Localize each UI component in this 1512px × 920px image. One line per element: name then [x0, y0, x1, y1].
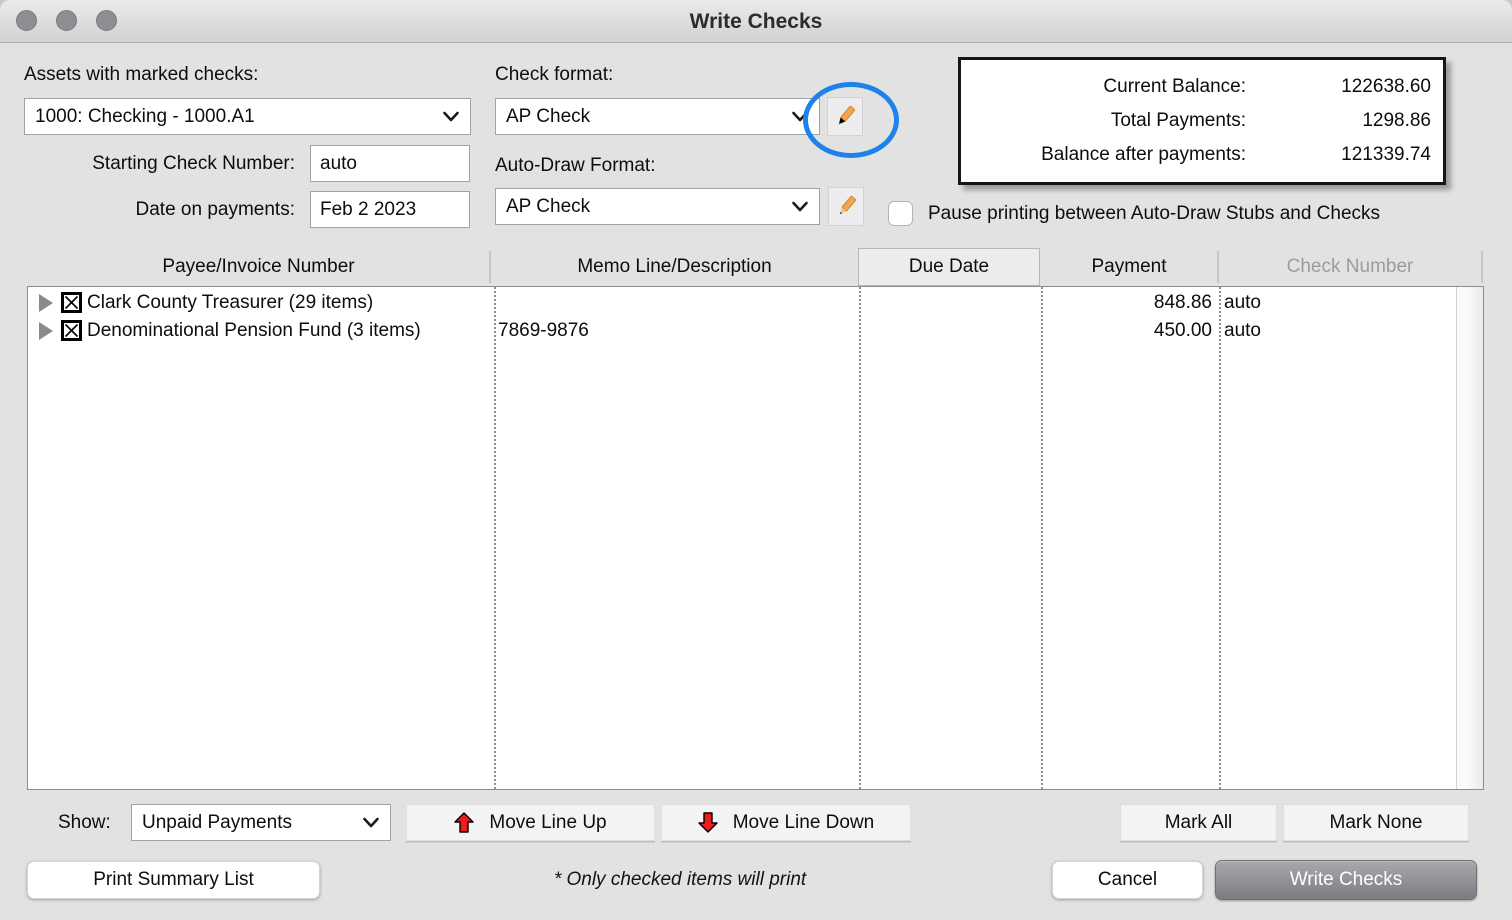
write-checks-label: Write Checks [1290, 869, 1403, 891]
disclosure-triangle-icon[interactable] [39, 322, 53, 340]
column-divider [494, 287, 496, 789]
vertical-scrollbar[interactable] [1456, 287, 1483, 789]
check-format-label: Check format: [495, 64, 613, 86]
mark-all-button[interactable]: Mark All [1120, 804, 1277, 841]
chevron-down-icon [791, 111, 809, 123]
table-row[interactable]: Clark County Treasurer (29 items) 848.86… [28, 289, 1457, 317]
current-balance-row: Current Balance: 122638.60 [973, 76, 1431, 98]
pencil-icon [833, 193, 859, 221]
checked-box-icon[interactable] [61, 292, 82, 313]
print-summary-list-button[interactable]: Print Summary List [27, 861, 320, 899]
date-on-payments-label: Date on payments: [24, 199, 295, 221]
balance-after-payments-value: 121339.74 [1246, 144, 1431, 166]
show-dropdown-value: Unpaid Payments [142, 812, 292, 834]
balance-summary-box: Current Balance: 122638.60 Total Payment… [958, 57, 1446, 185]
auto-draw-format-dropdown-value: AP Check [506, 196, 590, 218]
pencil-icon [832, 103, 858, 131]
date-on-payments-input[interactable] [310, 191, 470, 228]
payee-cell: Clark County Treasurer (29 items) [87, 289, 494, 317]
assets-dropdown[interactable]: 1000: Checking - 1000.A1 [24, 98, 471, 135]
title-bar: Write Checks [0, 0, 1512, 43]
column-header-memo[interactable]: Memo Line/Description [491, 248, 858, 286]
column-header-check-number[interactable]: Check Number [1218, 248, 1482, 286]
edit-auto-draw-format-button[interactable] [828, 187, 864, 226]
starting-check-number-input[interactable] [310, 145, 470, 182]
chevron-down-icon [791, 201, 809, 213]
column-divider [1219, 287, 1221, 789]
column-divider [859, 287, 861, 789]
print-summary-list-label: Print Summary List [93, 869, 253, 891]
payment-cell: 848.86 [1044, 289, 1212, 317]
total-payments-row: Total Payments: 1298.86 [973, 110, 1431, 132]
pause-printing-label: Pause printing between Auto-Draw Stubs a… [928, 203, 1380, 225]
check-number-cell: auto [1224, 317, 1444, 345]
starting-check-number-label: Starting Check Number: [24, 153, 295, 175]
check-format-dropdown-value: AP Check [506, 106, 590, 128]
chevron-down-icon [362, 817, 380, 829]
chevron-down-icon [442, 111, 460, 123]
move-line-up-label: Move Line Up [489, 812, 606, 834]
move-line-down-button[interactable]: Move Line Down [661, 804, 911, 841]
disclosure-triangle-icon[interactable] [39, 294, 53, 312]
total-payments-label: Total Payments: [1111, 110, 1246, 132]
move-line-down-label: Move Line Down [733, 812, 875, 834]
checked-box-icon[interactable] [61, 320, 82, 341]
auto-draw-format-dropdown[interactable]: AP Check [495, 188, 820, 225]
mark-all-label: Mark All [1165, 812, 1233, 834]
write-checks-dialog: Write Checks Assets with marked checks: … [0, 0, 1512, 920]
memo-cell: 7869-9876 [498, 317, 856, 345]
total-payments-value: 1298.86 [1246, 110, 1431, 132]
check-format-dropdown[interactable]: AP Check [495, 98, 820, 135]
current-balance-value: 122638.60 [1246, 76, 1431, 98]
window-title: Write Checks [0, 0, 1512, 42]
payment-cell: 450.00 [1044, 317, 1212, 345]
header-divider [1481, 251, 1483, 283]
only-checked-note: * Only checked items will print [460, 869, 900, 891]
column-header-payment[interactable]: Payment [1040, 248, 1218, 286]
cancel-label: Cancel [1098, 869, 1157, 891]
pause-printing-checkbox[interactable] [888, 201, 913, 226]
write-checks-button[interactable]: Write Checks [1215, 860, 1477, 900]
show-label: Show: [58, 812, 111, 834]
move-line-up-button[interactable]: Move Line Up [406, 804, 655, 841]
balance-after-payments-label: Balance after payments: [1041, 144, 1246, 166]
mark-none-button[interactable]: Mark None [1283, 804, 1469, 841]
current-balance-label: Current Balance: [1103, 76, 1246, 98]
cancel-button[interactable]: Cancel [1052, 861, 1203, 899]
edit-check-format-button[interactable] [827, 97, 863, 136]
assets-label: Assets with marked checks: [24, 64, 258, 86]
arrow-up-icon [454, 812, 474, 833]
arrow-down-icon [698, 812, 718, 833]
mark-none-label: Mark None [1330, 812, 1423, 834]
check-number-cell: auto [1224, 289, 1444, 317]
assets-dropdown-value: 1000: Checking - 1000.A1 [35, 106, 255, 128]
payee-cell: Denominational Pension Fund (3 items) [87, 317, 494, 345]
payments-table: Clark County Treasurer (29 items) 848.86… [27, 286, 1484, 790]
table-row[interactable]: Denominational Pension Fund (3 items) 78… [28, 317, 1457, 345]
column-header-payee[interactable]: Payee/Invoice Number [27, 248, 490, 286]
column-divider [1041, 287, 1043, 789]
column-header-due-date[interactable]: Due Date [858, 248, 1040, 286]
show-dropdown[interactable]: Unpaid Payments [131, 804, 391, 841]
auto-draw-format-label: Auto-Draw Format: [495, 155, 655, 177]
balance-after-payments-row: Balance after payments: 121339.74 [973, 144, 1431, 166]
